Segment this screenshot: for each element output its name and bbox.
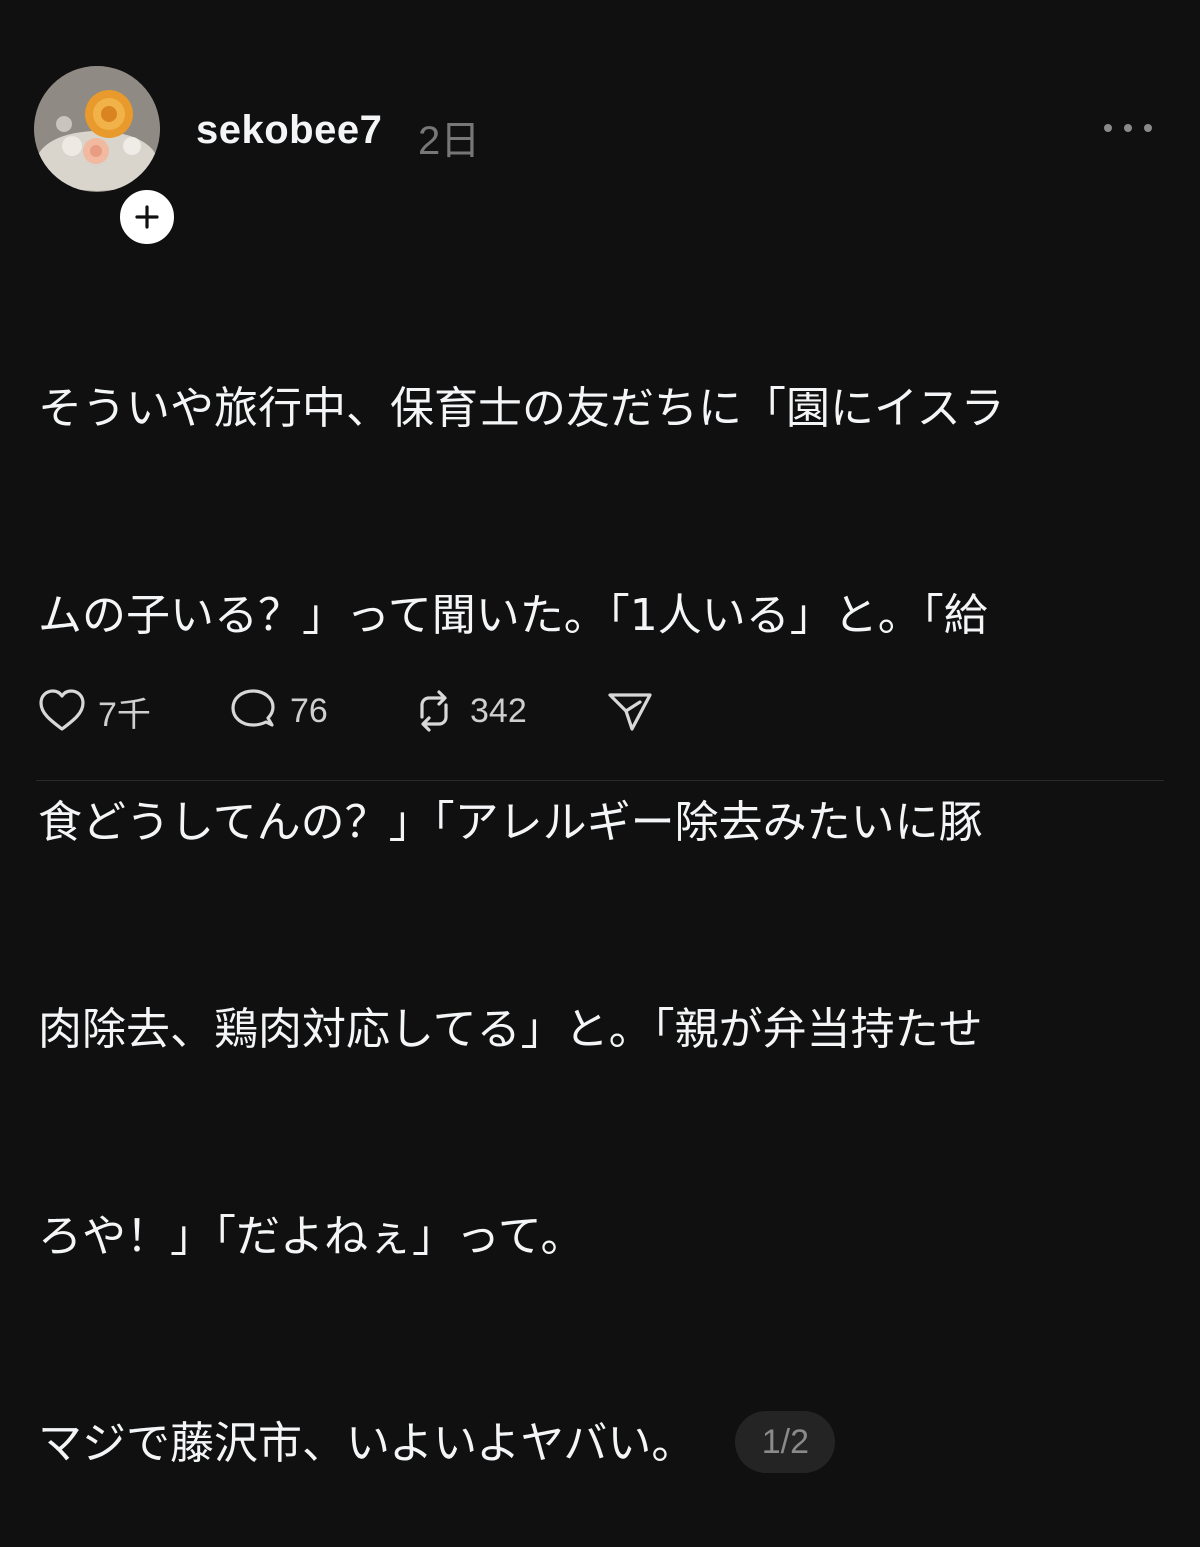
reply-button[interactable]: 76	[228, 687, 408, 735]
post-text-line: ムの子いる？」って聞いた。「1人いる」と。「給	[38, 590, 988, 641]
username[interactable]: sekobee7	[196, 108, 382, 153]
like-count: 7千	[98, 695, 151, 734]
avatar-image	[34, 66, 160, 192]
like-button[interactable]: 7千	[36, 687, 228, 736]
plus-icon	[135, 205, 159, 229]
reply-count: 76	[290, 691, 328, 730]
action-bar: 7千 76 342	[36, 686, 656, 736]
post-text-line: 食どうしてんの？」「アレルギー除去みたいに豚	[38, 797, 983, 848]
page-indicator[interactable]: 1/2	[735, 1411, 836, 1473]
post-divider	[36, 780, 1164, 781]
repost-icon	[420, 690, 448, 732]
post-time: 2日	[418, 119, 481, 163]
post-text-line-last: マジで藤沢市、いよいよヤバい。 1/2	[38, 1409, 1108, 1478]
post-text-line: マジで藤沢市、いよいよヤバい。	[38, 1418, 696, 1469]
more-options-button[interactable]	[1096, 110, 1160, 146]
avatar-container[interactable]	[34, 66, 178, 248]
repost-button[interactable]: 342	[408, 687, 604, 735]
heart-icon	[39, 689, 85, 731]
repost-count: 342	[470, 691, 527, 730]
post-body: そういや旅行中、保育士の友だちに「園にイスラ ムの子いる？」って聞いた。「1人い…	[38, 236, 1108, 1547]
post-text-line: そういや旅行中、保育士の友だちに「園にイスラ	[38, 383, 1005, 434]
send-icon	[608, 693, 652, 731]
post-text-line: 肉除去、鶏肉対応してる」と。「親が弁当持たせ	[38, 1004, 983, 1055]
more-horizontal-icon	[1104, 124, 1152, 132]
post-text-line: ろや！」「だよねぇ」って。	[38, 1211, 585, 1262]
comment-icon	[231, 689, 275, 727]
share-button[interactable]	[604, 687, 656, 735]
avatar[interactable]	[34, 66, 160, 192]
